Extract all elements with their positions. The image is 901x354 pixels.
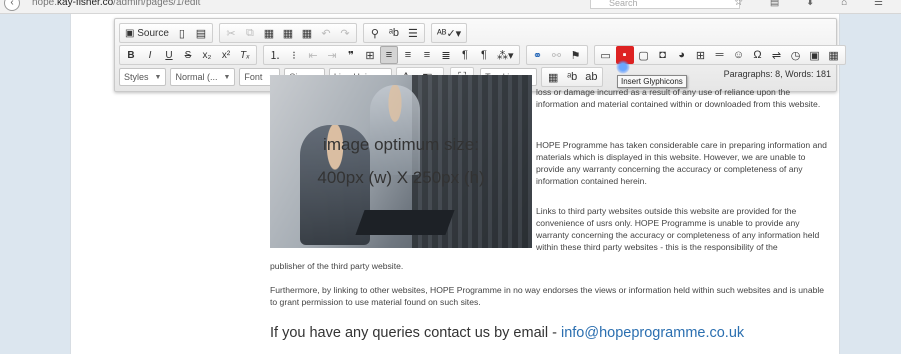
browser-search-input[interactable]: Search — [590, 0, 740, 9]
replace-icon[interactable]: ᵃb — [385, 24, 403, 42]
strike-button[interactable]: S — [179, 46, 197, 64]
undo-icon[interactable]: ↶ — [317, 24, 335, 42]
subscript-button[interactable]: x₂ — [198, 46, 216, 64]
cut-icon[interactable]: ✂ — [222, 24, 240, 42]
page-break-icon[interactable]: ⇌ — [768, 46, 786, 64]
numbered-list-icon[interactable]: ⒈ — [266, 46, 284, 64]
align-left-icon[interactable]: ≡ — [380, 46, 398, 64]
paste-text-icon[interactable]: ▦ — [279, 24, 297, 42]
person-graphic — [370, 85, 420, 175]
table-icon[interactable]: ⊞ — [692, 46, 710, 64]
replace-small-icon[interactable]: ᵃb — [563, 68, 581, 86]
templates-icon[interactable]: ▣ — [806, 46, 824, 64]
address-bar[interactable]: hope.kay-fisher.co/admin/pages/1/edit — [32, 0, 200, 8]
new-page-icon[interactable]: ▤ — [192, 24, 210, 42]
special-char-icon[interactable]: Ω — [749, 46, 767, 64]
justify-icon[interactable]: ≣ — [437, 46, 455, 64]
image-caption-size: image optimum size: — [323, 135, 479, 154]
back-button[interactable]: ‹ — [4, 0, 20, 11]
select-all-icon[interactable]: ☰ — [404, 24, 422, 42]
contact-email-link[interactable]: info@hopeprogramme.co.uk — [561, 325, 744, 341]
superscript-button[interactable]: x² — [217, 46, 235, 64]
laptop-graphic — [355, 210, 455, 235]
indent-icon[interactable]: ⇥ — [323, 46, 341, 64]
unlink-icon[interactable]: ⚯ — [548, 46, 566, 64]
bulleted-list-icon[interactable]: ⁝ — [285, 46, 303, 64]
align-right-icon[interactable]: ≡ — [418, 46, 436, 64]
horizontal-rule-icon[interactable]: ═ — [711, 46, 729, 64]
url-host: kay-fisher.co — [57, 0, 114, 8]
styles-dropdown[interactable]: Styles ▼ — [119, 68, 167, 86]
paragraph-liability[interactable]: loss or damage incurred as a result of a… — [536, 86, 831, 110]
preview-icon[interactable]: ▦ — [825, 46, 843, 64]
bold-button[interactable]: B — [122, 46, 140, 64]
mouse-cursor — [616, 60, 630, 74]
autocorrect-icon[interactable]: ab — [582, 68, 600, 86]
paragraph-care[interactable]: HOPE Programme has taken considerable ca… — [536, 139, 831, 187]
div-icon[interactable]: ⊞ — [361, 46, 379, 64]
rtl-icon[interactable]: ¶ — [475, 46, 493, 64]
chevron-down-icon: ▼ — [223, 73, 231, 81]
url-prefix: hope. — [32, 0, 58, 8]
url-path: /admin/pages/1/edit — [113, 0, 201, 8]
browser-toolbar-icons[interactable]: ☆ ▤ ⬇ ⌂ ☰ — [734, 0, 895, 8]
browser-chrome: ‹ hope.kay-fisher.co/admin/pages/1/edit … — [0, 0, 901, 14]
ltr-icon[interactable]: ¶ — [456, 46, 474, 64]
paragraph-publisher[interactable]: publisher of the third party website. — [270, 260, 830, 272]
copy-icon[interactable]: ⧉ — [241, 24, 259, 42]
chevron-down-icon: ▼ — [154, 73, 162, 81]
video-icon[interactable]: ◘ — [654, 46, 672, 64]
outdent-icon[interactable]: ⇤ — [304, 46, 322, 64]
image-icon[interactable]: ▭ — [597, 46, 615, 64]
paragraph-furthermore[interactable]: Furthermore, by linking to other website… — [270, 284, 830, 308]
format-dropdown[interactable]: Normal (... ▼ — [170, 68, 236, 86]
source-button[interactable]: ▣ Source — [122, 24, 172, 42]
italic-button[interactable]: I — [141, 46, 159, 64]
font-label: Font — [244, 72, 263, 82]
language-icon[interactable]: ⁂▾ — [494, 46, 517, 64]
contact-text: If you have any queries contact us by em… — [270, 325, 561, 341]
paragraph-links[interactable]: Links to third party websites outside th… — [536, 205, 831, 253]
styles-label: Styles — [124, 72, 149, 82]
iframe-icon[interactable]: ◷ — [787, 46, 805, 64]
align-center-icon[interactable]: ≡ — [399, 46, 417, 64]
save-icon[interactable]: ▯ — [173, 24, 191, 42]
paragraph-word-count: Paragraphs: 8, Words: 181 — [723, 69, 831, 79]
youtube-icon[interactable]: ◕ — [673, 46, 691, 64]
image-caption-dimensions: 400px (w) X 250px (h) — [317, 168, 485, 187]
toolbar-row-1: ▣ Source ▯ ▤ ✂ ⧉ ▦ ▦ ▦ ↶ ↷ ⚲ ᵃb ☰ ᴬᴮ✓▾ — [119, 23, 471, 43]
flash-icon[interactable]: ▢ — [635, 46, 653, 64]
source-icon: ▣ — [125, 27, 135, 39]
find-icon[interactable]: ⚲ — [366, 24, 384, 42]
remove-format-icon[interactable]: Tₓ — [236, 46, 254, 64]
toolbar-row-2: B I U S x₂ x² Tₓ ⒈ ⁝ ⇤ ⇥ ❞ ⊞ ≡ ≡ ≡ ≣ ¶ ¶… — [119, 45, 850, 65]
contact-heading: If you have any queries contact us by em… — [270, 325, 744, 341]
placeholder-image[interactable]: image optimum size: 400px (w) X 250px (h… — [270, 75, 532, 248]
link-icon[interactable]: ⚭ — [529, 46, 547, 64]
paste-icon[interactable]: ▦ — [260, 24, 278, 42]
paste-word-icon[interactable]: ▦ — [298, 24, 316, 42]
blockquote-icon[interactable]: ❞ — [342, 46, 360, 64]
underline-button[interactable]: U — [160, 46, 178, 64]
anchor-icon[interactable]: ⚑ — [567, 46, 585, 64]
show-blocks-icon[interactable]: ▦ — [544, 68, 562, 86]
spellcheck-icon[interactable]: ᴬᴮ✓▾ — [434, 24, 464, 42]
redo-icon[interactable]: ↷ — [336, 24, 354, 42]
smiley-icon[interactable]: ☺ — [730, 46, 748, 64]
source-label: Source — [137, 27, 169, 39]
format-label: Normal (... — [175, 72, 218, 82]
